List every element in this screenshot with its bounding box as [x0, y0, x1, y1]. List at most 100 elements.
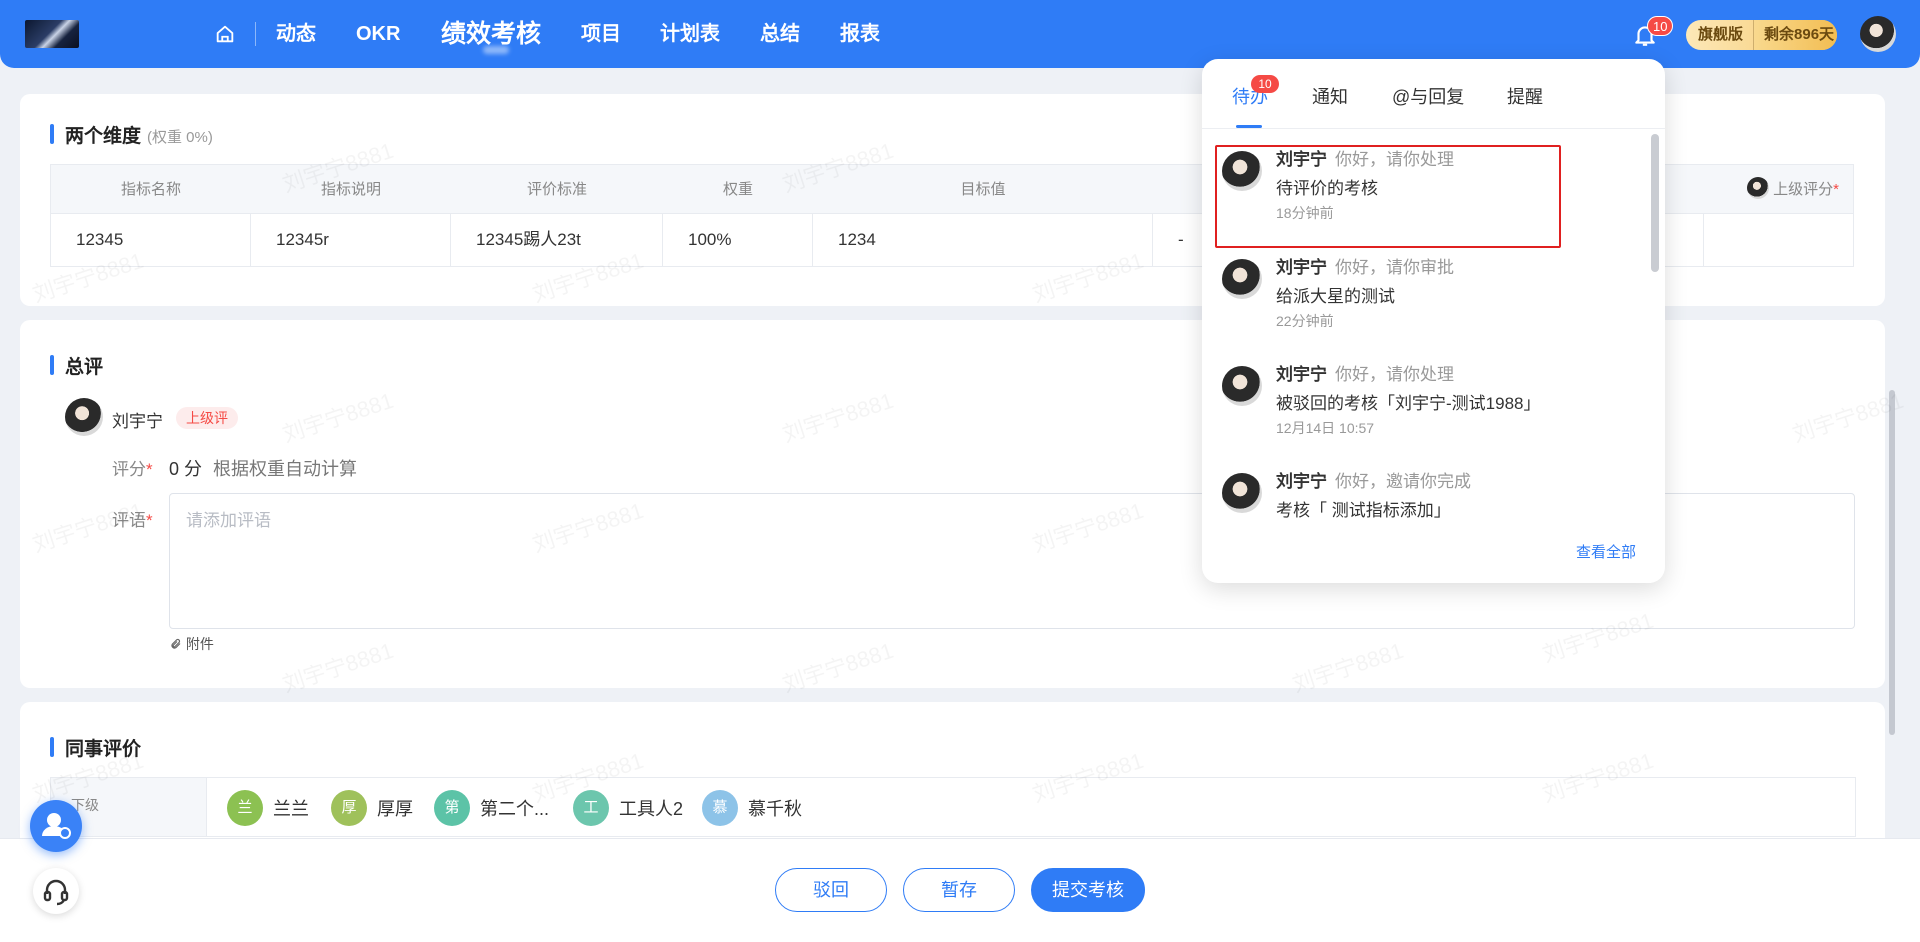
item-time: 22分钟前	[1276, 313, 1334, 329]
item-message: 被驳回的考核「刘宇宁-测试1988」	[1276, 394, 1541, 413]
dimension-weight-note: (权重 0%)	[147, 129, 213, 146]
col-superior-score-text: 上级评分	[1773, 181, 1834, 198]
sender-name: 刘宇宁 你好，邀请你完成	[1276, 467, 1471, 492]
cell-indicator-name: 12345	[51, 213, 251, 267]
score-hint: 根据权重自动计算	[213, 459, 357, 479]
sender-avatar	[1222, 473, 1262, 513]
item-time: 12月14日 10:57	[1276, 420, 1375, 436]
tab-notifications[interactable]: 通知	[1312, 83, 1348, 109]
cell-criteria: 12345踢人23t	[451, 213, 663, 267]
plan-badge[interactable]: 旗舰版 剩余896天	[1686, 20, 1837, 50]
view-all-link[interactable]: 查看全部	[1576, 541, 1636, 562]
cell-indicator-desc: 12345r	[251, 213, 451, 267]
col-indicator-name: 指标名称	[120, 181, 181, 198]
nav-summary[interactable]: 总结	[760, 0, 800, 68]
notification-popover: 待办 10 通知 @与回复 提醒 刘宇宁 你好，请你处理 待评价的考核 18分钟前…	[1202, 59, 1665, 583]
peer-name: 第二个...	[480, 799, 550, 819]
peer-item[interactable]: 慕慕千秋	[702, 790, 802, 826]
company-logo[interactable]	[25, 20, 79, 48]
item-action: 你好，邀请你完成	[1335, 472, 1471, 491]
peer-item[interactable]: 工工具人2	[573, 790, 683, 826]
nav-plan[interactable]: 计划表	[660, 0, 720, 68]
customer-service-float-button[interactable]	[33, 868, 79, 914]
superior-avatar	[1747, 177, 1770, 199]
required-mark: *	[1833, 181, 1839, 198]
overall-title: 总评	[49, 352, 103, 379]
sender-avatar	[1222, 259, 1262, 299]
reject-button[interactable]: 驳回	[775, 868, 887, 912]
todo-badge: 10	[1251, 75, 1279, 93]
popover-tabs: 待办 10 通知 @与回复 提醒	[1202, 59, 1665, 129]
score-label-text: 评分	[112, 460, 146, 479]
score-label: 评分*	[112, 455, 153, 480]
evaluator-avatar	[65, 398, 103, 436]
peer-avatar: 兰	[227, 790, 263, 826]
peer-item[interactable]: 厚厚厚	[331, 790, 413, 826]
comment-label-text: 评语	[112, 511, 146, 530]
comment-label: 评语*	[112, 506, 153, 531]
nav-okr[interactable]: OKR	[356, 0, 400, 68]
user-avatar[interactable]	[1860, 16, 1896, 52]
item-action: 你好，请你审批	[1335, 258, 1454, 277]
cell-superior-score[interactable]	[1704, 213, 1855, 267]
cell-target: 1234	[813, 213, 1153, 267]
col-weight: 权重	[722, 181, 753, 198]
col-superior-score: 上级评分*	[1731, 165, 1855, 215]
submit-review-button[interactable]: 提交考核	[1031, 868, 1145, 912]
plan-remaining: 剩余896天	[1754, 20, 1837, 50]
dimension-title-text: 两个维度	[65, 126, 142, 147]
evaluator-tag: 上级评	[176, 407, 238, 429]
sender-avatar	[1222, 366, 1262, 406]
top-navbar: 动态 OKR 绩效考核 项目 计划表 总结 报表 10 旗舰版 剩余896天	[0, 0, 1920, 68]
required-mark: *	[146, 511, 153, 530]
headset-icon	[43, 879, 69, 906]
sender-name-text: 刘宇宁	[1276, 365, 1327, 384]
popover-scrollbar-thumb[interactable]	[1651, 134, 1659, 272]
peer-name: 工具人2	[619, 799, 684, 819]
score-value: 0 分	[169, 459, 203, 479]
evaluator-name: 刘宇宁	[112, 412, 163, 431]
col-indicator-desc: 指标说明	[320, 181, 381, 198]
cell-weight: 100%	[663, 213, 813, 267]
item-message: 考核「 测试指标添加」	[1276, 501, 1451, 520]
required-mark: *	[146, 460, 153, 479]
peer-name: 兰兰	[273, 799, 309, 819]
nav-performance[interactable]: 绩效考核	[441, 0, 541, 68]
sender-name: 刘宇宁 你好，请你审批	[1276, 253, 1454, 278]
nav-divider	[255, 22, 256, 46]
tab-reminders[interactable]: 提醒	[1507, 83, 1543, 109]
peer-avatar: 厚	[331, 790, 367, 826]
item-message: 给派大星的测试	[1276, 287, 1395, 306]
list-item[interactable]: 刘宇宁 你好，请你审批 给派大星的测试 22分钟前	[1202, 245, 1642, 351]
peer-name: 慕千秋	[748, 799, 802, 819]
peer-item[interactable]: 兰兰兰	[227, 790, 309, 826]
peer-item[interactable]: 第第二个...	[434, 790, 549, 826]
save-draft-button[interactable]: 暂存	[903, 868, 1015, 912]
list-item[interactable]: 刘宇宁 你好，请你处理 被驳回的考核「刘宇宁-测试1988」 12月14日 10:…	[1202, 352, 1642, 458]
sender-name: 刘宇宁 你好，请你处理	[1276, 360, 1454, 385]
nav-project[interactable]: 项目	[581, 0, 621, 68]
user-gear-icon	[42, 813, 71, 839]
peer-avatar: 第	[434, 790, 470, 826]
col-criteria: 评价标准	[526, 181, 587, 198]
list-item[interactable]: 刘宇宁 你好，邀请你完成 考核「 测试指标添加」	[1202, 459, 1642, 531]
item-action: 你好，请你处理	[1335, 365, 1454, 384]
peers-title: 同事评价	[49, 734, 141, 761]
paperclip-icon	[171, 638, 181, 649]
nav-dynamic[interactable]: 动态	[276, 0, 316, 68]
attachment-label: 附件	[185, 636, 214, 652]
tab-mentions-replies[interactable]: @与回复	[1392, 83, 1464, 109]
user-settings-float-button[interactable]	[30, 800, 82, 852]
sender-name-text: 刘宇宁	[1276, 472, 1327, 491]
plan-name: 旗舰版	[1686, 20, 1755, 50]
tab-active-indicator	[1236, 125, 1262, 128]
attachment-button[interactable]: 附件	[170, 634, 214, 654]
peer-name: 厚厚	[377, 799, 413, 819]
home-icon[interactable]	[214, 23, 236, 45]
notification-badge: 10	[1647, 16, 1674, 36]
nav-report[interactable]: 报表	[840, 0, 880, 68]
col-target: 目标值	[960, 181, 1006, 198]
peer-avatar: 慕	[702, 790, 738, 826]
page-scrollbar-thumb[interactable]	[1889, 390, 1895, 735]
peers-row: 兰兰兰 厚厚厚 第第二个... 工工具人2 慕慕千秋	[206, 777, 1856, 837]
